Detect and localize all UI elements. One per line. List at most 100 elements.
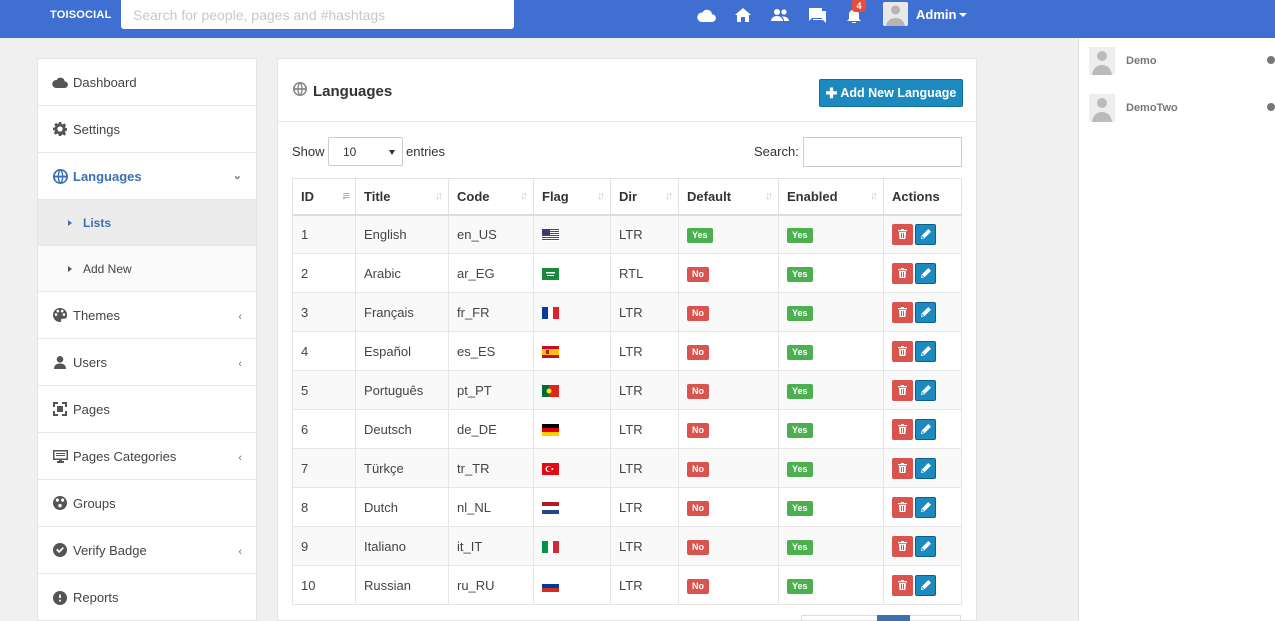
online-status-dot xyxy=(1267,56,1275,64)
pencil-icon[interactable] xyxy=(915,496,936,518)
chevron-left-icon: ‹ xyxy=(238,546,242,558)
sidebar: Dashboard Settings Languages ⌄ Lists Add… xyxy=(37,58,257,621)
add-new-language-button[interactable]: ✚ Add New Language xyxy=(819,79,963,107)
sidebar-subitem-add-new[interactable]: Add New xyxy=(38,246,256,292)
sidebar-subitem-label: Add New xyxy=(83,261,132,276)
cell-dir: LTR xyxy=(610,409,679,449)
trash-icon[interactable] xyxy=(892,223,913,245)
column-header-dir[interactable]: Dir ↓↑ xyxy=(610,178,679,216)
cell-flag xyxy=(533,214,611,254)
column-header-enabled[interactable]: Enabled ↓↑ xyxy=(778,178,884,216)
trash-icon[interactable] xyxy=(892,418,913,440)
sidebar-item-languages[interactable]: Languages ⌄ xyxy=(38,153,256,200)
trash-icon[interactable] xyxy=(892,340,913,362)
online-user[interactable]: Demo xyxy=(1089,46,1157,76)
cloud-icon[interactable] xyxy=(696,7,716,23)
trash-icon[interactable] xyxy=(892,379,913,401)
cell-dir: LTR xyxy=(610,292,679,332)
pencil-icon[interactable] xyxy=(915,223,936,245)
default-badge: No xyxy=(687,578,709,594)
pencil-icon[interactable] xyxy=(915,418,936,440)
nl-flag-icon xyxy=(542,502,559,515)
pencil-icon[interactable] xyxy=(915,574,936,596)
cell-dir: LTR xyxy=(610,448,679,488)
cell-title: Italiano xyxy=(355,526,449,566)
cell-code: ru_RU xyxy=(448,565,534,605)
cell-default: No xyxy=(678,409,779,449)
search-input[interactable] xyxy=(121,0,514,29)
sidebar-item-dashboard[interactable]: Dashboard xyxy=(38,59,256,106)
cell-title: Arabic xyxy=(355,253,449,293)
trash-icon[interactable] xyxy=(892,496,913,518)
entries-select-value: 10 xyxy=(343,144,357,159)
trash-icon[interactable] xyxy=(892,457,913,479)
sidebar-item-reports[interactable]: Reports xyxy=(38,574,256,621)
sidebar-item-themes[interactable]: Themes ‹ xyxy=(38,292,256,339)
table-search-label: Search: xyxy=(754,144,799,159)
languages-table: ID ↓≡ Title ↓↑ Code ↓↑ Flag ↓↑ Dir ↓↑ Default… xyxy=(292,178,962,605)
sidebar-item-verify-badge[interactable]: Verify Badge ‹ xyxy=(38,527,256,574)
sidebar-item-users[interactable]: Users ‹ xyxy=(38,339,256,386)
column-header-title[interactable]: Title ↓↑ xyxy=(355,178,449,216)
pencil-icon[interactable] xyxy=(915,340,936,362)
column-header-default[interactable]: Default ↓↑ xyxy=(678,178,779,216)
column-header-flag[interactable]: Flag ↓↑ xyxy=(533,178,611,216)
cell-enabled: Yes xyxy=(778,214,884,254)
trash-icon[interactable] xyxy=(892,535,913,557)
cell-dir: LTR xyxy=(610,565,679,605)
column-header-id[interactable]: ID ↓≡ xyxy=(292,178,356,216)
pages-icon xyxy=(52,401,68,417)
default-badge: No xyxy=(687,344,709,360)
cell-id: 3 xyxy=(292,292,356,332)
friends-icon[interactable] xyxy=(770,7,790,23)
sidebar-item-pages-categories[interactable]: Pages Categories ‹ xyxy=(38,433,256,480)
cell-title: Russian xyxy=(355,565,449,605)
cell-enabled: Yes xyxy=(778,292,884,332)
pagination-current-page[interactable] xyxy=(877,615,910,621)
cell-title: Türkçe xyxy=(355,448,449,488)
de-flag-icon xyxy=(542,424,559,437)
pagination xyxy=(801,615,961,621)
table-search-input[interactable] xyxy=(803,137,962,167)
cell-actions xyxy=(883,526,962,566)
cell-enabled: Yes xyxy=(778,448,884,488)
sidebar-item-groups[interactable]: Groups xyxy=(38,480,256,527)
pencil-icon[interactable] xyxy=(915,301,936,323)
cell-flag xyxy=(533,331,611,371)
cell-id: 6 xyxy=(292,409,356,449)
avatar[interactable] xyxy=(883,2,908,26)
trash-icon[interactable] xyxy=(892,262,913,284)
user-icon xyxy=(52,354,68,370)
pencil-icon[interactable] xyxy=(915,457,936,479)
trash-icon[interactable] xyxy=(892,574,913,596)
pt-flag-icon xyxy=(542,385,559,398)
column-header-code[interactable]: Code ↓↑ xyxy=(448,178,534,216)
cell-enabled: Yes xyxy=(778,370,884,410)
sidebar-item-label: Pages xyxy=(73,401,110,417)
check-circle-icon xyxy=(52,542,68,558)
cell-actions xyxy=(883,370,962,410)
online-user[interactable]: DemoTwo xyxy=(1089,93,1178,123)
table-row: 7 Türkçe tr_TR LTR No Yes xyxy=(292,448,962,488)
user-menu-label[interactable]: Admin xyxy=(916,7,956,22)
sidebar-item-pages[interactable]: Pages xyxy=(38,386,256,433)
entries-select[interactable]: 10 xyxy=(328,137,403,166)
brand-logo[interactable]: TOISOCIAL xyxy=(50,9,112,21)
sidebar-subitem-lists[interactable]: Lists xyxy=(38,200,256,246)
trash-icon[interactable] xyxy=(892,301,913,323)
home-icon[interactable] xyxy=(733,7,753,23)
cell-flag xyxy=(533,565,611,605)
gear-icon xyxy=(52,121,68,137)
pencil-icon[interactable] xyxy=(915,535,936,557)
cell-actions xyxy=(883,409,962,449)
pencil-icon[interactable] xyxy=(915,262,936,284)
enabled-badge: Yes xyxy=(787,578,813,594)
cell-actions xyxy=(883,565,962,605)
enabled-badge: Yes xyxy=(787,461,813,477)
chevron-down-icon[interactable] xyxy=(959,13,967,17)
messages-icon[interactable] xyxy=(807,7,827,23)
table-header-row: ID ↓≡ Title ↓↑ Code ↓↑ Flag ↓↑ Dir ↓↑ Default… xyxy=(292,178,962,216)
pencil-icon[interactable] xyxy=(915,379,936,401)
sidebar-item-settings[interactable]: Settings xyxy=(38,106,256,153)
table-row: 9 Italiano it_IT LTR No Yes xyxy=(292,526,962,566)
